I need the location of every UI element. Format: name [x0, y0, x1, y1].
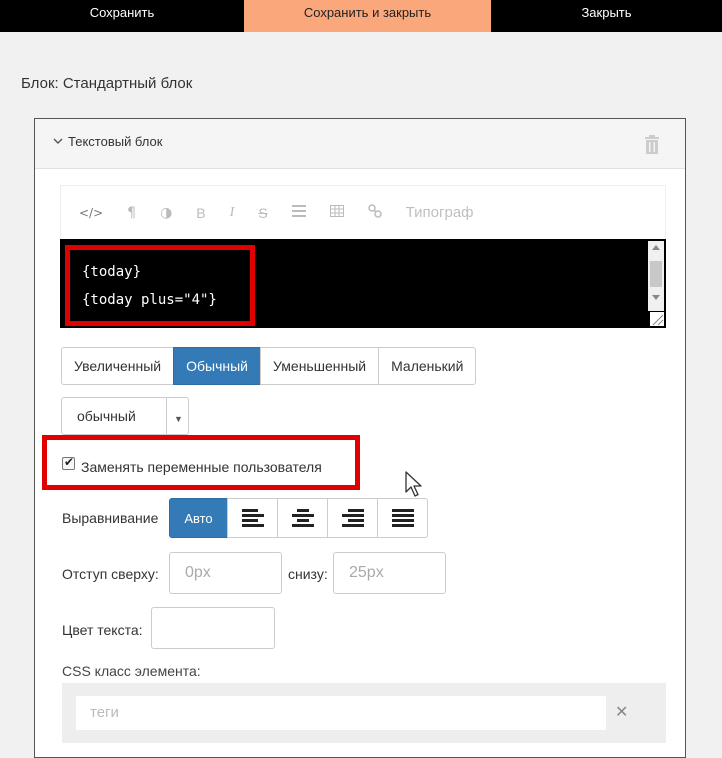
- style-select-value: обычный: [77, 408, 136, 424]
- scroll-down-arrow-icon[interactable]: [652, 295, 660, 300]
- align-left-icon: [241, 509, 264, 527]
- size-button-group: Увеличенный Обычный Уменьшенный Маленьки…: [61, 347, 477, 385]
- align-left-button[interactable]: [227, 498, 278, 538]
- resize-handle-icon[interactable]: [650, 312, 664, 326]
- style-select[interactable]: обычный ▼: [61, 397, 189, 435]
- align-right-icon: [341, 509, 364, 527]
- size-button-large[interactable]: Увеличенный: [61, 347, 175, 385]
- text-color-input[interactable]: [151, 607, 275, 649]
- contrast-icon[interactable]: ◑: [160, 205, 172, 221]
- caret-down-icon[interactable]: ▼: [174, 414, 183, 424]
- align-center-button[interactable]: [277, 498, 328, 538]
- top-toolbar: Сохранить Сохранить и закрыть Закрыть: [0, 0, 722, 32]
- save-and-close-button[interactable]: Сохранить и закрыть: [244, 0, 491, 32]
- strikethrough-icon[interactable]: S: [258, 205, 267, 221]
- margin-top-label: Отступ сверху:: [62, 566, 159, 582]
- size-button-normal[interactable]: Обычный: [173, 347, 262, 385]
- alignment-label: Выравнивание: [62, 510, 159, 526]
- trash-icon[interactable]: [643, 135, 661, 155]
- highlight-box-checkbox: [42, 435, 360, 490]
- close-button[interactable]: Закрыть: [491, 0, 722, 32]
- clear-icon[interactable]: ✕: [615, 702, 628, 722]
- align-justify-button[interactable]: [377, 498, 428, 538]
- scroll-up-arrow-icon[interactable]: [652, 245, 660, 250]
- block-title: Блок: Стандартный блок: [21, 75, 193, 92]
- css-class-tags: теги ✕: [62, 683, 666, 743]
- margin-bottom-input[interactable]: 25px: [333, 552, 446, 594]
- margin-top-input[interactable]: 0px: [169, 552, 282, 594]
- panel-title: Текстовый блок: [68, 134, 163, 149]
- editor-scrollbar[interactable]: [648, 241, 664, 311]
- scroll-thumb[interactable]: [650, 261, 662, 287]
- typograph-button[interactable]: Типограф: [406, 204, 474, 221]
- italic-icon[interactable]: I: [230, 205, 235, 221]
- align-center-icon: [291, 509, 314, 527]
- paragraph-icon[interactable]: ¶: [127, 205, 136, 221]
- chevron-down-icon[interactable]: [53, 136, 63, 148]
- css-class-label: CSS класс элемента:: [62, 663, 201, 679]
- bold-icon[interactable]: B: [196, 205, 205, 221]
- save-button[interactable]: Сохранить: [0, 0, 244, 32]
- select-divider: [166, 398, 167, 434]
- link-icon[interactable]: [367, 203, 382, 222]
- text-color-label: Цвет текста:: [62, 622, 143, 638]
- editor-toolbar: </> ¶ ◑ B I S Типограф: [60, 185, 666, 239]
- align-justify-icon: [391, 509, 414, 527]
- mouse-cursor-icon: [405, 471, 422, 497]
- align-right-button[interactable]: [327, 498, 378, 538]
- highlight-box-code: [65, 245, 255, 326]
- panel-header[interactable]: Текстовый блок: [35, 119, 685, 169]
- size-button-smaller[interactable]: Уменьшенный: [260, 347, 380, 385]
- list-icon[interactable]: [291, 204, 306, 221]
- alignment-button-group: Авто: [169, 498, 428, 538]
- margin-bottom-label: снизу:: [288, 566, 328, 582]
- size-button-small[interactable]: Маленький: [378, 347, 477, 385]
- tags-input[interactable]: теги: [76, 696, 606, 730]
- align-auto-button[interactable]: Авто: [169, 498, 228, 538]
- code-view-icon[interactable]: </>: [79, 206, 103, 220]
- table-icon[interactable]: [329, 204, 344, 221]
